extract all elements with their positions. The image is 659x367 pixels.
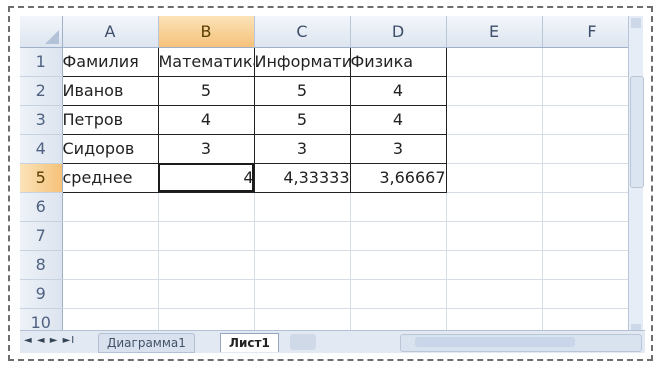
cell-table: A B C D E F 1 Фамилия Математика Информа… [20, 16, 643, 338]
column-header-e[interactable]: E [446, 16, 543, 48]
cell-c2[interactable]: 5 [253, 75, 351, 106]
row-header-3[interactable]: 3 [20, 105, 63, 135]
tab-diagram1[interactable]: Диаграмма1 [98, 333, 195, 353]
cell-a4[interactable]: Сидоров [61, 133, 159, 164]
row-header-1[interactable]: 1 [20, 47, 63, 77]
cell-b7[interactable] [158, 221, 255, 251]
cell-e5[interactable] [446, 163, 543, 193]
cell-e6[interactable] [446, 192, 543, 222]
cell-c1[interactable]: Информатика [253, 46, 351, 77]
tab-sheet1[interactable]: Лист1 [220, 333, 279, 352]
cell-e2[interactable] [446, 76, 543, 106]
cell-d1[interactable]: Физика [349, 46, 447, 77]
cell-a8[interactable] [62, 250, 159, 280]
cell-a1[interactable]: Фамилия [61, 46, 159, 77]
cell-c9[interactable] [254, 279, 351, 309]
cell-a5[interactable]: среднее [61, 162, 159, 193]
cell-c8[interactable] [254, 250, 351, 280]
cell-f4[interactable] [542, 134, 643, 164]
cell-a7[interactable] [62, 221, 159, 251]
vertical-scrollbar[interactable] [628, 16, 644, 336]
column-header-c[interactable]: C [254, 16, 351, 48]
cell-a3[interactable]: Петров [61, 104, 159, 135]
cell-d6[interactable] [350, 192, 447, 222]
cell-d8[interactable] [350, 250, 447, 280]
row-header-6[interactable]: 6 [20, 192, 63, 222]
cell-e9[interactable] [446, 279, 543, 309]
cell-b4[interactable]: 3 [157, 133, 255, 164]
cell-f7[interactable] [542, 221, 643, 251]
insert-sheet-icon[interactable] [290, 334, 316, 350]
cell-a2[interactable]: Иванов [61, 75, 159, 106]
cell-f2[interactable] [542, 76, 643, 106]
cell-c5[interactable]: 4,33333 [253, 162, 351, 193]
horizontal-scrollbar[interactable] [400, 334, 642, 352]
cell-e3[interactable] [446, 105, 543, 135]
horizontal-scroll-thumb[interactable] [415, 337, 575, 347]
cell-a6[interactable] [62, 192, 159, 222]
column-header-b[interactable]: B [158, 16, 255, 48]
cell-b3[interactable]: 4 [157, 104, 255, 135]
cell-d5[interactable]: 3,66667 [349, 162, 447, 193]
cell-f6[interactable] [542, 192, 643, 222]
cell-d9[interactable] [350, 279, 447, 309]
cell-c3[interactable]: 5 [253, 104, 351, 135]
cell-e4[interactable] [446, 134, 543, 164]
column-header-f[interactable]: F [542, 16, 643, 48]
row-header-4[interactable]: 4 [20, 134, 63, 164]
column-header-d[interactable]: D [350, 16, 447, 48]
cell-f5[interactable] [542, 163, 643, 193]
cell-d3[interactable]: 4 [349, 104, 447, 135]
row-header-2[interactable]: 2 [20, 76, 63, 106]
vertical-scroll-thumb[interactable] [630, 76, 644, 188]
sheet-tab-bar: ◄ ◄ ► ►I Диаграмма1 Лист1 [20, 330, 645, 353]
row-header-5[interactable]: 5 [20, 163, 63, 193]
sheet-nav-arrows-icon[interactable]: ◄ ◄ ► ►I [24, 335, 75, 346]
cell-f9[interactable] [542, 279, 643, 309]
cell-f3[interactable] [542, 105, 643, 135]
cell-b2[interactable]: 5 [157, 75, 255, 106]
window-frame: A B C D E F 1 Фамилия Математика Информа… [8, 6, 653, 361]
cell-c7[interactable] [254, 221, 351, 251]
cell-b8[interactable] [158, 250, 255, 280]
cell-f8[interactable] [542, 250, 643, 280]
select-all-corner[interactable] [20, 16, 63, 48]
cell-d2[interactable]: 4 [349, 75, 447, 106]
cell-f1[interactable] [542, 47, 643, 77]
column-header-a[interactable]: A [62, 16, 159, 48]
row-header-9[interactable]: 9 [20, 279, 63, 309]
cell-e8[interactable] [446, 250, 543, 280]
cell-a9[interactable] [62, 279, 159, 309]
cell-b5-active[interactable]: 4 [157, 162, 255, 193]
row-header-8[interactable]: 8 [20, 250, 63, 280]
cell-b6[interactable] [158, 192, 255, 222]
cell-e7[interactable] [446, 221, 543, 251]
cell-b1[interactable]: Математика [157, 46, 255, 77]
spreadsheet-grid: A B C D E F 1 Фамилия Математика Информа… [20, 16, 649, 339]
cell-d4[interactable]: 3 [349, 133, 447, 164]
cell-c6[interactable] [254, 192, 351, 222]
scroll-up-arrow-icon[interactable] [631, 18, 641, 28]
cell-c4[interactable]: 3 [253, 133, 351, 164]
row-header-7[interactable]: 7 [20, 221, 63, 251]
cell-d7[interactable] [350, 221, 447, 251]
cell-e1[interactable] [446, 47, 543, 77]
cell-b9[interactable] [158, 279, 255, 309]
